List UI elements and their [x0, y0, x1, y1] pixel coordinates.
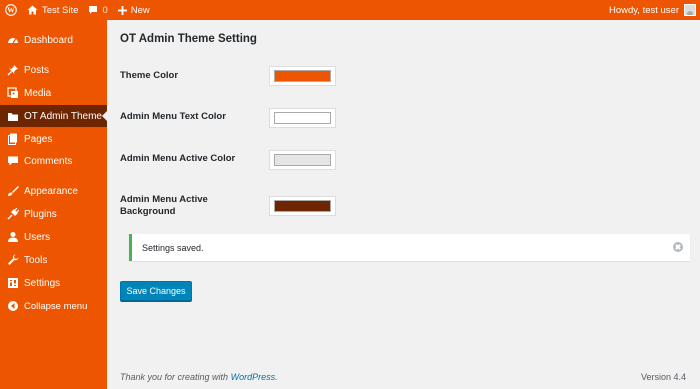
- menu-text-color-picker[interactable]: [269, 108, 336, 128]
- sidebar-item-label: Settings: [24, 277, 61, 289]
- dashboard-icon: [6, 33, 20, 47]
- plug-icon: [6, 207, 20, 221]
- media-icon: [6, 86, 20, 100]
- sidebar-item-plugins[interactable]: Plugins: [0, 203, 107, 225]
- sidebar-item-label: Appearance: [24, 185, 78, 197]
- sidebar-item-label: Posts: [24, 64, 50, 76]
- admin-bar: W Test Site 0 New Howdy, test user: [0, 0, 700, 20]
- footer-version: Version 4.4: [640, 372, 686, 382]
- notice-text: Settings saved.: [142, 242, 204, 253]
- menu-text-color-label: Admin Menu Text Color: [120, 111, 226, 122]
- wordpress-link[interactable]: WordPress: [231, 372, 276, 382]
- site-name: Test Site: [42, 4, 79, 16]
- sidebar-item-label: Dashboard: [24, 34, 73, 46]
- sidebar-item-label: Collapse menu: [24, 300, 88, 312]
- greeting: Howdy, test user: [608, 4, 679, 16]
- brush-icon: [6, 184, 20, 198]
- color-swatch: [274, 112, 331, 124]
- sidebar-item-dashboard[interactable]: Dashboard: [0, 29, 107, 51]
- menu-active-color-label: Admin Menu Active Color: [120, 153, 236, 164]
- folder-icon: [6, 109, 20, 123]
- color-swatch: [274, 154, 331, 166]
- color-swatch: [274, 200, 331, 212]
- sidebar-item-label: Media: [24, 87, 52, 99]
- site-name-link[interactable]: Test Site: [22, 0, 83, 20]
- sidebar-item-users[interactable]: Users: [0, 226, 107, 248]
- new-label: New: [130, 4, 150, 16]
- sidebar-item-media[interactable]: Media: [0, 82, 107, 104]
- settings-icon: [6, 276, 20, 290]
- plus-icon: [117, 5, 127, 15]
- sidebar-item-label: Users: [24, 231, 51, 243]
- sidebar-item-posts[interactable]: Posts: [0, 59, 107, 81]
- wordpress-logo-icon[interactable]: W: [0, 0, 22, 20]
- new-content-link[interactable]: New: [113, 0, 155, 20]
- collapse-icon: [6, 299, 20, 313]
- my-account[interactable]: Howdy, test user: [609, 4, 700, 16]
- home-icon: [27, 5, 38, 15]
- sidebar-item-appearance[interactable]: Appearance: [0, 180, 107, 202]
- comments-link[interactable]: 0: [83, 0, 112, 20]
- admin-sidebar: Dashboard Posts Media OT Admin Theme Pag…: [0, 20, 107, 389]
- sidebar-item-label: Comments: [24, 155, 73, 167]
- footer-thanks: Thank you for creating with WordPress.: [120, 372, 278, 382]
- wrench-icon: [6, 253, 20, 267]
- comment-count: 0: [102, 4, 108, 16]
- comment-bubble-icon: [88, 5, 98, 15]
- sidebar-item-pages[interactable]: Pages: [0, 128, 107, 150]
- menu-active-color-picker[interactable]: [269, 150, 336, 170]
- sidebar-item-label: Plugins: [24, 208, 57, 220]
- comment-icon: [6, 154, 20, 168]
- sidebar-item-ot-admin-theme[interactable]: OT Admin Theme: [0, 105, 107, 127]
- menu-active-background-picker[interactable]: [269, 196, 336, 216]
- sidebar-item-label: Pages: [24, 133, 53, 145]
- dismiss-icon[interactable]: [673, 242, 683, 252]
- collapse-menu-button[interactable]: Collapse menu: [0, 295, 107, 317]
- theme-color-picker[interactable]: [269, 66, 336, 86]
- page-title: OT Admin Theme Setting: [120, 33, 257, 45]
- theme-color-label: Theme Color: [120, 70, 179, 81]
- sidebar-item-label: OT Admin Theme: [24, 110, 102, 122]
- page-icon: [6, 132, 20, 146]
- settings-saved-notice: Settings saved.: [129, 234, 690, 261]
- user-icon: [6, 230, 20, 244]
- color-swatch: [274, 70, 331, 82]
- menu-active-background-label: Admin Menu Active Background: [120, 194, 208, 217]
- main-content: OT Admin Theme Setting Theme Color Admin…: [107, 20, 700, 389]
- avatar: [684, 4, 696, 16]
- pin-icon: [6, 63, 20, 77]
- sidebar-item-label: Tools: [24, 254, 48, 266]
- sidebar-item-tools[interactable]: Tools: [0, 249, 107, 271]
- sidebar-item-comments[interactable]: Comments: [0, 150, 107, 172]
- svg-text:W: W: [7, 6, 15, 15]
- save-changes-button[interactable]: Save Changes: [120, 281, 192, 301]
- sidebar-item-settings[interactable]: Settings: [0, 272, 107, 294]
